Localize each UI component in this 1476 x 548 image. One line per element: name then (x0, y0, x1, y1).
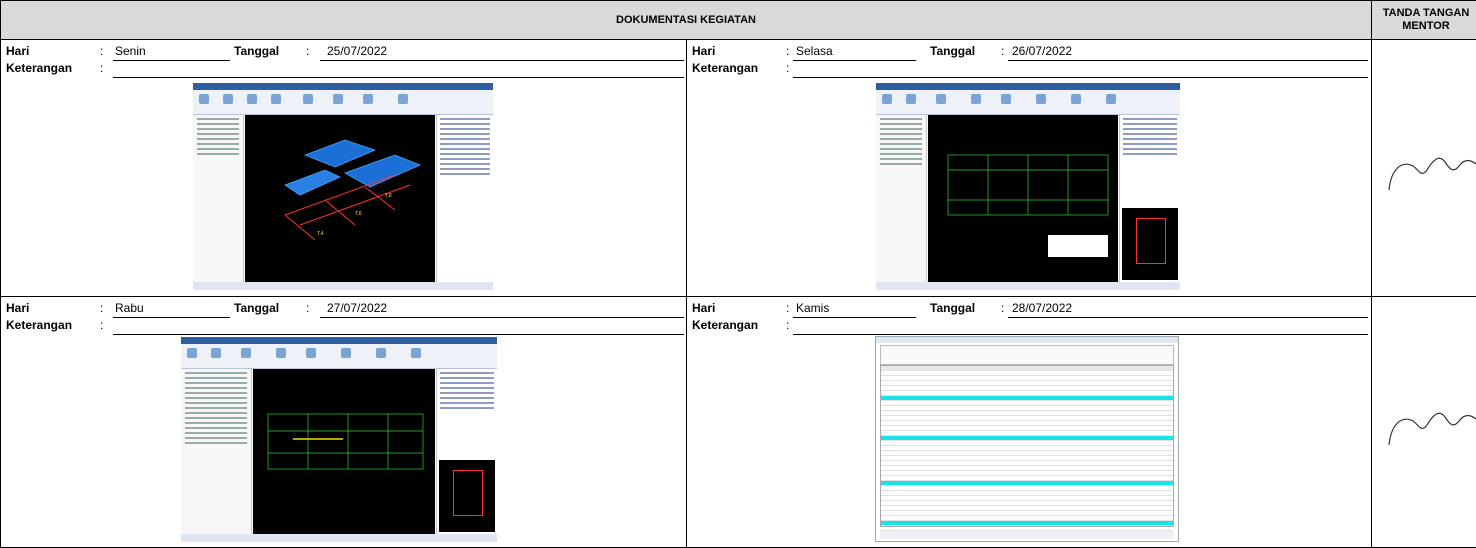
date-underline (1008, 60, 1368, 61)
cad-viewport (253, 369, 435, 534)
date-colon: : (306, 44, 310, 58)
attribute-panel (436, 115, 493, 282)
mentor-signature (1388, 412, 1476, 446)
dialog-toolbar (880, 345, 1174, 365)
beam-plan-drawing (947, 154, 1109, 257)
date-colon: : (1001, 301, 1005, 315)
note-colon: : (100, 318, 104, 332)
app-titlebar (181, 337, 497, 344)
element-tree-panel (193, 115, 244, 282)
note-underline (113, 334, 684, 335)
day-colon: : (786, 44, 790, 58)
date-colon: : (306, 301, 310, 315)
app-statusbar (181, 534, 497, 542)
header-title: DOKUMENTASI KEGIATAN (0, 0, 1372, 40)
day-colon: : (100, 44, 104, 58)
date-label: Tanggal (234, 301, 280, 315)
mentor-signature (1388, 157, 1476, 191)
3d-model-drawing: T.4 T.6 T.8 (284, 139, 422, 241)
svg-text:T.4: T.4 (317, 231, 324, 237)
day-label: Hari (6, 44, 30, 58)
date-underline (1008, 317, 1368, 318)
day-label: Hari (692, 44, 716, 58)
date-value: 28/07/2022 (1012, 301, 1073, 315)
day-underline (793, 60, 916, 61)
cad-viewport (928, 115, 1118, 282)
day-label: Hari (692, 301, 716, 315)
note-label: Keterangan (692, 61, 759, 75)
screenshot-cad-beam-plan (181, 337, 497, 542)
note-label: Keterangan (692, 318, 759, 332)
attribute-panel (436, 369, 497, 534)
day-colon: : (100, 301, 104, 315)
date-label: Tanggal (930, 301, 976, 315)
day-value: Senin (115, 44, 146, 58)
date-value: 26/07/2022 (1012, 44, 1073, 58)
app-ribbon (181, 344, 497, 369)
app-ribbon (876, 90, 1180, 115)
day-value: Kamis (796, 301, 830, 315)
app-titlebar (193, 83, 493, 90)
day-colon: : (786, 301, 790, 315)
app-titlebar (876, 83, 1180, 90)
dialog-button-bar (880, 531, 1174, 539)
date-label: Tanggal (234, 44, 280, 58)
note-colon: : (786, 318, 790, 332)
day-value: Rabu (115, 301, 144, 315)
day-underline (113, 60, 230, 61)
date-value: 25/07/2022 (327, 44, 388, 58)
date-label: Tanggal (930, 44, 976, 58)
screenshot-cad-3d-model: T.4 T.6 T.8 (193, 83, 493, 290)
note-underline (793, 77, 1368, 78)
date-colon: : (1001, 44, 1005, 58)
day-underline (113, 317, 230, 318)
beam-section-preview (1122, 208, 1178, 280)
cad-viewport: T.4 T.6 T.8 (245, 115, 435, 282)
note-colon: : (786, 61, 790, 75)
svg-text:T.8: T.8 (385, 193, 392, 199)
app-statusbar (876, 282, 1180, 290)
note-underline (113, 77, 684, 78)
beam-schedule-grid (880, 365, 1174, 536)
element-tree-panel (876, 115, 927, 282)
day-value: Selasa (796, 44, 833, 58)
screenshot-cad-beam-plan (876, 83, 1180, 290)
note-label: Keterangan (6, 61, 73, 75)
day-underline (793, 317, 916, 318)
note-colon: : (100, 61, 104, 75)
screenshot-beam-schedule-table (875, 336, 1179, 542)
beam-plan-drawing (267, 413, 424, 470)
dialog-titlebar (876, 337, 1178, 343)
note-label: Keterangan (6, 318, 73, 332)
note-underline (793, 334, 1368, 335)
svg-text:T.6: T.6 (355, 211, 362, 217)
beam-section-preview (439, 460, 495, 532)
day-label: Hari (6, 301, 30, 315)
app-statusbar (193, 282, 493, 290)
element-tree-panel (181, 369, 252, 534)
date-underline (320, 60, 684, 61)
attribute-panel (1119, 115, 1180, 282)
header-sign-label: TANDA TANGAN MENTOR (1371, 0, 1476, 40)
date-value: 27/07/2022 (327, 301, 388, 315)
date-underline (320, 317, 684, 318)
app-ribbon (193, 90, 493, 115)
activity-documentation-sheet: DOKUMENTASI KEGIATAN TANDA TANGAN MENTOR… (0, 0, 1476, 548)
